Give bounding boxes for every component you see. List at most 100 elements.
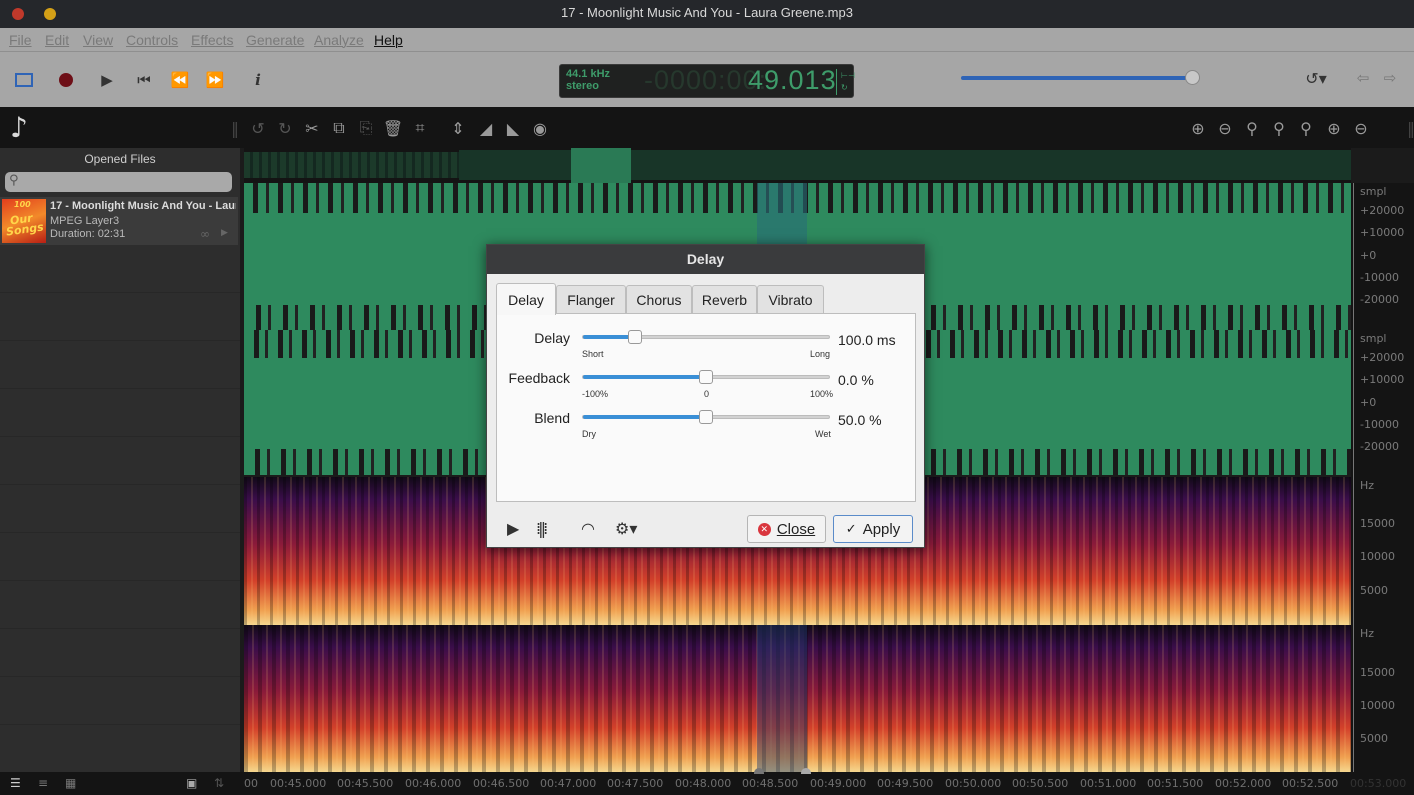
- spectrogram-right-channel[interactable]: [244, 625, 1351, 772]
- ruler-tick: 5000: [1360, 584, 1388, 597]
- tab-delay[interactable]: Delay: [496, 283, 556, 315]
- link-icon[interactable]: ∞: [200, 227, 210, 241]
- slider-fill: [583, 415, 706, 419]
- zoom-fit-icon[interactable]: ⚲: [1241, 117, 1263, 139]
- list-view-icon[interactable]: ☰: [10, 776, 21, 790]
- fade-out-icon[interactable]: ◣: [502, 117, 524, 139]
- menu-bar: File Edit View Controls Effects Generate…: [0, 28, 1414, 52]
- ruler-tick: -10000: [1360, 418, 1399, 431]
- back-button[interactable]: ⇦: [1352, 67, 1374, 89]
- ruler-tick: 15000: [1360, 666, 1395, 679]
- channel-mode: stereo: [566, 80, 600, 92]
- paste-icon[interactable]: ⎘: [355, 117, 377, 139]
- feedback-label: Feedback: [508, 370, 570, 386]
- record-button[interactable]: [55, 69, 77, 91]
- sample-rate: 44.1 kHz: [566, 68, 611, 80]
- music-note-icon[interactable]: ♪: [10, 111, 28, 144]
- overview-viewport[interactable]: [571, 148, 631, 183]
- zoom-out-vertical-icon[interactable]: ⊖: [1350, 117, 1372, 139]
- preview-play-icon[interactable]: ▶: [507, 519, 519, 538]
- selection-end-handle[interactable]: [801, 768, 811, 774]
- overview-bar[interactable]: [244, 148, 1351, 183]
- bypass-icon[interactable]: ◠: [581, 519, 595, 538]
- apply-button[interactable]: ✓ Apply: [833, 515, 913, 543]
- zoom-in-vertical-icon[interactable]: ⊕: [1323, 117, 1345, 139]
- zoom-selection-icon[interactable]: ⚲: [1295, 117, 1317, 139]
- window-title: 17 - Moonlight Music And You - Laura Gre…: [561, 5, 853, 20]
- ruler-axis: [1353, 330, 1354, 477]
- fade-in-icon[interactable]: ◢: [475, 117, 497, 139]
- file-list-item[interactable]: 100 Our Songs 17 - Moonlight Music And Y…: [0, 197, 238, 245]
- toolbar-grip-icon[interactable]: ‖: [224, 117, 246, 139]
- ruler-axis: [1353, 625, 1354, 772]
- history-button[interactable]: ↺▾: [1305, 67, 1327, 89]
- loop-icon[interactable]: ↻: [841, 83, 848, 92]
- menu-view[interactable]: View: [83, 32, 113, 48]
- gain-icon[interactable]: ◉: [529, 117, 551, 139]
- volume-slider-handle[interactable]: [1185, 70, 1200, 85]
- info-button[interactable]: i: [247, 69, 269, 91]
- sidebar-header: ♪: [0, 107, 240, 148]
- zoom-original-icon[interactable]: ⚲: [1268, 117, 1290, 139]
- blend-slider-handle[interactable]: [699, 410, 713, 424]
- sort-icon[interactable]: ⇅: [214, 776, 224, 790]
- file-search-input[interactable]: ⚲: [5, 172, 232, 192]
- menu-generate[interactable]: Generate: [246, 32, 304, 48]
- tab-vibrato[interactable]: Vibrato: [757, 285, 824, 314]
- menu-controls[interactable]: Controls: [126, 32, 178, 48]
- crop-icon[interactable]: ⌗: [409, 117, 431, 139]
- delay-dialog: Delay Delay Flanger Chorus Reverb Vibrat…: [486, 244, 925, 548]
- waveform-preview-icon[interactable]: ⁞‖⁞: [536, 519, 548, 538]
- timeline-tick: 00:45.000: [270, 777, 327, 790]
- delay-slider[interactable]: [582, 330, 830, 344]
- arrow-left-icon: ⇦: [1356, 69, 1370, 87]
- feedback-slider[interactable]: [582, 370, 830, 384]
- skip-start-button[interactable]: ⏮: [133, 69, 155, 91]
- compact-list-icon[interactable]: ≡: [38, 776, 48, 790]
- selection-region[interactable]: [757, 625, 807, 772]
- play-button[interactable]: ▶: [96, 69, 118, 91]
- volume-slider[interactable]: [961, 76, 1189, 80]
- time-mode-icon[interactable]: ⊢⊣: [841, 71, 855, 80]
- delete-icon[interactable]: 🗑: [382, 117, 404, 139]
- settings-gear-icon[interactable]: ⚙▾: [615, 519, 637, 538]
- lcd-separator: [836, 69, 837, 95]
- timeline-tick: 00:52.500: [1282, 777, 1339, 790]
- menu-file[interactable]: File: [9, 32, 32, 48]
- time-display: 44.1 kHz stereo -0000:00: 49.013 ⊢⊣ ↻: [559, 64, 855, 98]
- slider-fill: [583, 375, 706, 379]
- timeline-tick: 00:52.000: [1215, 777, 1272, 790]
- menu-help[interactable]: Help: [374, 32, 403, 48]
- blend-slider[interactable]: [582, 410, 830, 424]
- image-icon[interactable]: ▣: [186, 776, 197, 790]
- close-button[interactable]: ✕ Close: [747, 515, 826, 543]
- skip-start-icon: ⏮: [137, 71, 151, 89]
- menu-effects[interactable]: Effects: [191, 32, 234, 48]
- fast-forward-button[interactable]: ⏩: [204, 69, 226, 91]
- menu-analyze[interactable]: Analyze: [314, 32, 364, 48]
- feedback-slider-handle[interactable]: [699, 370, 713, 384]
- cut-icon[interactable]: ✂: [301, 117, 323, 139]
- undo-icon[interactable]: ↺: [247, 117, 269, 139]
- ruler-unit: smpl: [1360, 185, 1387, 198]
- tab-flanger[interactable]: Flanger: [556, 285, 626, 314]
- forward-button[interactable]: ⇨: [1379, 67, 1401, 89]
- tab-reverb[interactable]: Reverb: [692, 285, 757, 314]
- selection-mode-button[interactable]: [13, 69, 35, 91]
- dialog-title: Delay: [487, 245, 924, 274]
- copy-icon[interactable]: ⧉: [328, 117, 350, 139]
- tab-chorus[interactable]: Chorus: [626, 285, 692, 314]
- normalize-icon[interactable]: ⇕: [447, 117, 469, 139]
- rewind-button[interactable]: ⏪: [169, 69, 191, 91]
- ruler-axis: [1353, 183, 1354, 330]
- selection-start-handle[interactable]: [754, 768, 764, 774]
- play-file-icon[interactable]: ▶: [221, 228, 228, 238]
- toolbar-grip-right-icon[interactable]: ‖: [1400, 117, 1414, 139]
- redo-icon[interactable]: ↻: [274, 117, 296, 139]
- menu-edit[interactable]: Edit: [45, 32, 69, 48]
- delay-slider-handle[interactable]: [627, 330, 642, 344]
- timeline-ruler[interactable]: 00 00:45.000 00:45.500 00:46.000 00:46.5…: [240, 768, 1414, 795]
- grid-view-icon[interactable]: ▦: [65, 776, 76, 790]
- zoom-in-icon[interactable]: ⊕: [1187, 117, 1209, 139]
- zoom-out-icon[interactable]: ⊖: [1214, 117, 1236, 139]
